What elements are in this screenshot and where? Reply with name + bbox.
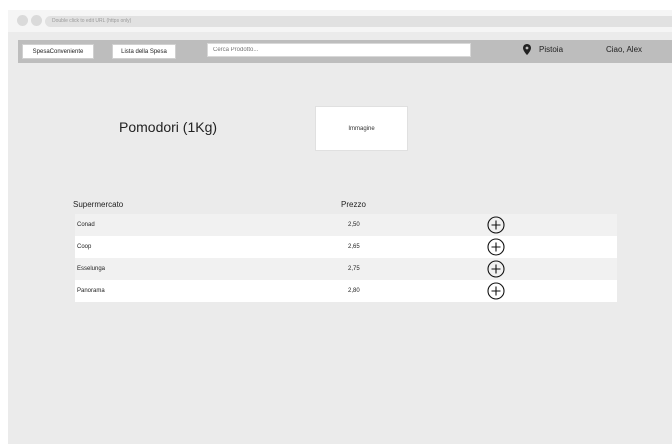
store-name: Panorama <box>77 288 105 294</box>
table-row: Esselunga 2,75 <box>75 258 617 280</box>
store-name: Coop <box>77 244 92 250</box>
product-title: Pomodori (1Kg) <box>119 119 218 135</box>
window-control-dot[interactable] <box>31 15 42 26</box>
price-value: 2,80 <box>348 288 360 294</box>
table-row: Coop 2,65 <box>75 236 617 258</box>
window-control-dot[interactable] <box>17 15 28 26</box>
store-name: Conad <box>77 222 95 228</box>
product-image-placeholder: Immagine <box>315 106 408 151</box>
plus-circle-icon[interactable] <box>487 216 505 234</box>
shopping-list-button[interactable]: Lista della Spesa <box>112 44 176 59</box>
search-input[interactable] <box>207 43 471 57</box>
store-name: Esselunga <box>77 266 106 272</box>
price-value: 2,75 <box>348 266 360 272</box>
url-bar[interactable]: Double click to edit URL (https only) <box>45 16 672 27</box>
brand-button[interactable]: SpesaConveniente <box>22 44 94 59</box>
plus-circle-icon[interactable] <box>487 282 505 300</box>
price-table: Conad 2,50 Coop 2,65 Esselunga 2,75 Pano… <box>75 214 617 302</box>
plus-circle-icon[interactable] <box>487 260 505 278</box>
user-greeting[interactable]: Ciao, Alex <box>606 45 642 54</box>
map-pin-icon <box>523 44 531 55</box>
price-value: 2,50 <box>348 222 360 228</box>
plus-circle-icon[interactable] <box>487 238 505 256</box>
price-value: 2,65 <box>348 244 360 250</box>
column-header-price: Prezzo <box>341 200 366 209</box>
table-row: Panorama 2,80 <box>75 280 617 302</box>
column-header-supermarket: Supermercato <box>73 200 124 209</box>
location-label[interactable]: Pistoia <box>539 45 563 54</box>
table-row: Conad 2,50 <box>75 214 617 236</box>
